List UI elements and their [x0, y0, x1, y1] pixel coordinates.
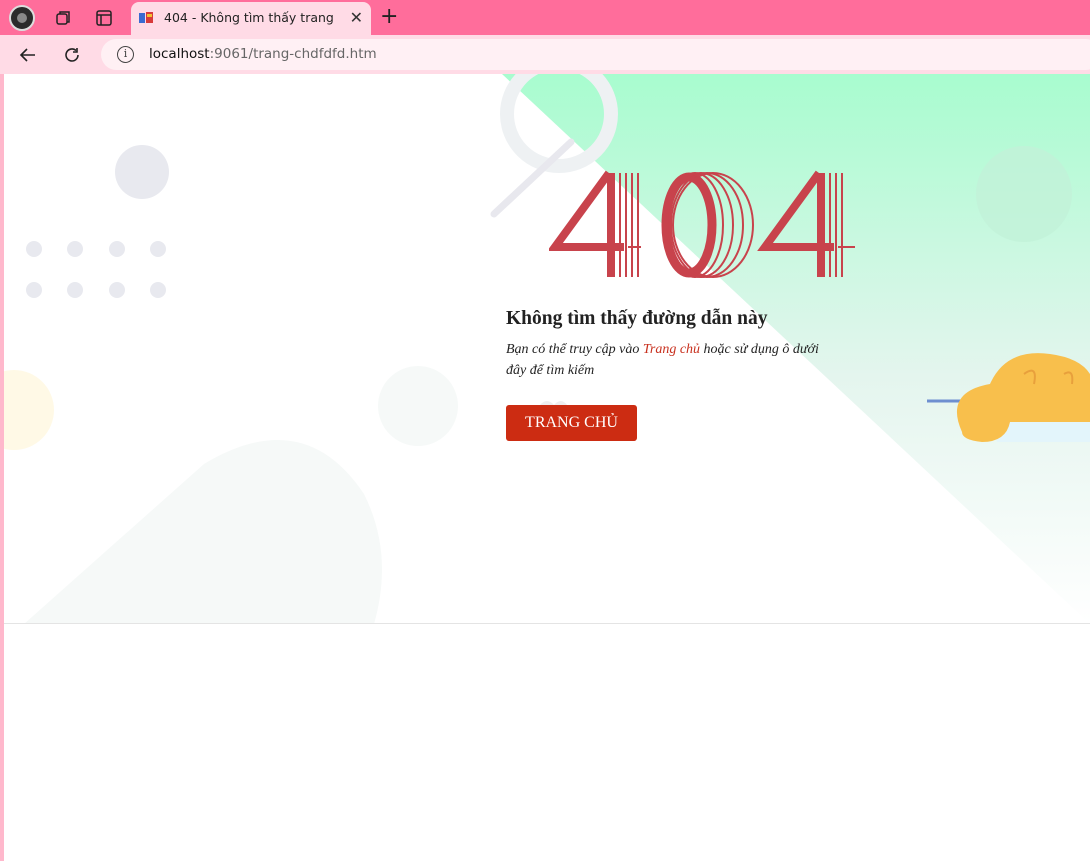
url-path: :9061/trang-chdfdfd.htm	[209, 46, 377, 62]
profile-avatar[interactable]	[9, 5, 35, 31]
site-info-icon[interactable]: i	[117, 46, 134, 63]
back-button[interactable]	[14, 41, 42, 69]
tab-title: 404 - Không tìm thấy trang	[164, 10, 334, 25]
blob-shape	[25, 440, 382, 623]
tab-strip: 404 - Không tìm thấy trang ✕ +	[0, 0, 1090, 35]
tab-actions-icon[interactable]	[91, 5, 117, 31]
tab-close-icon[interactable]: ✕	[350, 8, 363, 28]
error-code-graphic: 404	[549, 169, 855, 278]
homepage-link[interactable]: Trang chủ	[643, 342, 700, 357]
mint-circle	[976, 146, 1072, 242]
pale-circle	[378, 366, 458, 446]
yellow-circle	[4, 370, 54, 450]
browser-toolbar: i localhost:9061/trang-chdfdfd.htm	[0, 35, 1090, 74]
page-viewport: 404 Không tìm thấy đường dẫn này Bạn có …	[4, 74, 1090, 861]
site-favicon-icon	[139, 12, 153, 23]
grey-circle	[115, 145, 169, 199]
page-title: Không tìm thấy đường dẫn này	[506, 308, 768, 329]
workspaces-icon[interactable]	[50, 5, 76, 31]
error-hero: 404 Không tìm thấy đường dẫn này Bạn có …	[4, 74, 1090, 624]
home-button[interactable]: TRANG CHỦ	[506, 405, 637, 441]
dot-grid	[26, 241, 166, 298]
tab-active[interactable]: 404 - Không tìm thấy trang ✕	[131, 2, 371, 35]
url-host: localhost	[149, 46, 210, 62]
error-code-text: 404	[549, 169, 551, 170]
reload-button[interactable]	[58, 41, 86, 69]
address-bar[interactable]: i localhost:9061/trang-chdfdfd.htm	[101, 39, 1090, 70]
new-tab-button[interactable]: +	[380, 4, 398, 30]
error-description: Bạn có thể truy cập vào Trang chủ hoặc s…	[506, 342, 819, 378]
error-content: Không tìm thấy đường dẫn này Bạn có thể …	[506, 308, 846, 441]
